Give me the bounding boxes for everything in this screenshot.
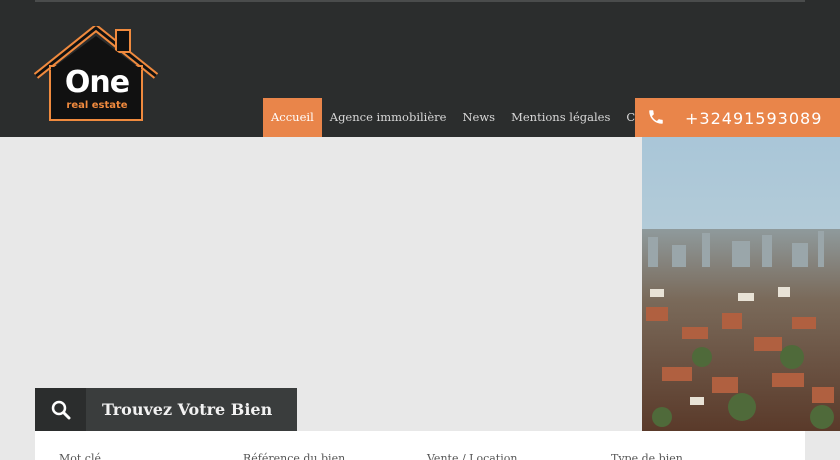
nav-item-agence[interactable]: Agence immobilière bbox=[322, 98, 455, 137]
search-title: Trouvez Votre Bien bbox=[102, 400, 273, 419]
city-skyline-image bbox=[642, 137, 840, 431]
nav-item-accueil[interactable]: Accueil bbox=[263, 98, 322, 137]
phone-icon bbox=[649, 110, 663, 124]
phone-bar[interactable]: +32491593089 bbox=[635, 98, 840, 137]
reference-label: Référence du bien bbox=[243, 452, 346, 460]
city-photo bbox=[642, 137, 840, 431]
site-header: One real estate Accueil Agence immobiliè… bbox=[0, 0, 840, 137]
phone-number[interactable]: +32491593089 bbox=[685, 98, 822, 137]
top-divider bbox=[35, 0, 805, 2]
search-icon bbox=[51, 400, 71, 420]
logo-wordmark: One bbox=[64, 65, 130, 100]
sale-rent-label: Vente / Location bbox=[427, 452, 518, 460]
search-panel: Mot clé Référence du bien Vente / Locati… bbox=[35, 431, 805, 460]
nav-item-mentions[interactable]: Mentions légales bbox=[503, 98, 618, 137]
logo-tagline: real estate bbox=[66, 100, 128, 111]
nav-item-news[interactable]: News bbox=[454, 98, 503, 137]
main-nav: Accueil Agence immobilière News Mentions… bbox=[263, 98, 680, 137]
logo[interactable]: One real estate bbox=[33, 23, 159, 122]
hero-area bbox=[0, 137, 642, 431]
search-tab[interactable]: Trouvez Votre Bien bbox=[35, 388, 297, 431]
property-type-label: Type de bien bbox=[611, 452, 683, 460]
search-icon-box[interactable] bbox=[35, 388, 86, 431]
keyword-label: Mot clé bbox=[59, 452, 101, 460]
